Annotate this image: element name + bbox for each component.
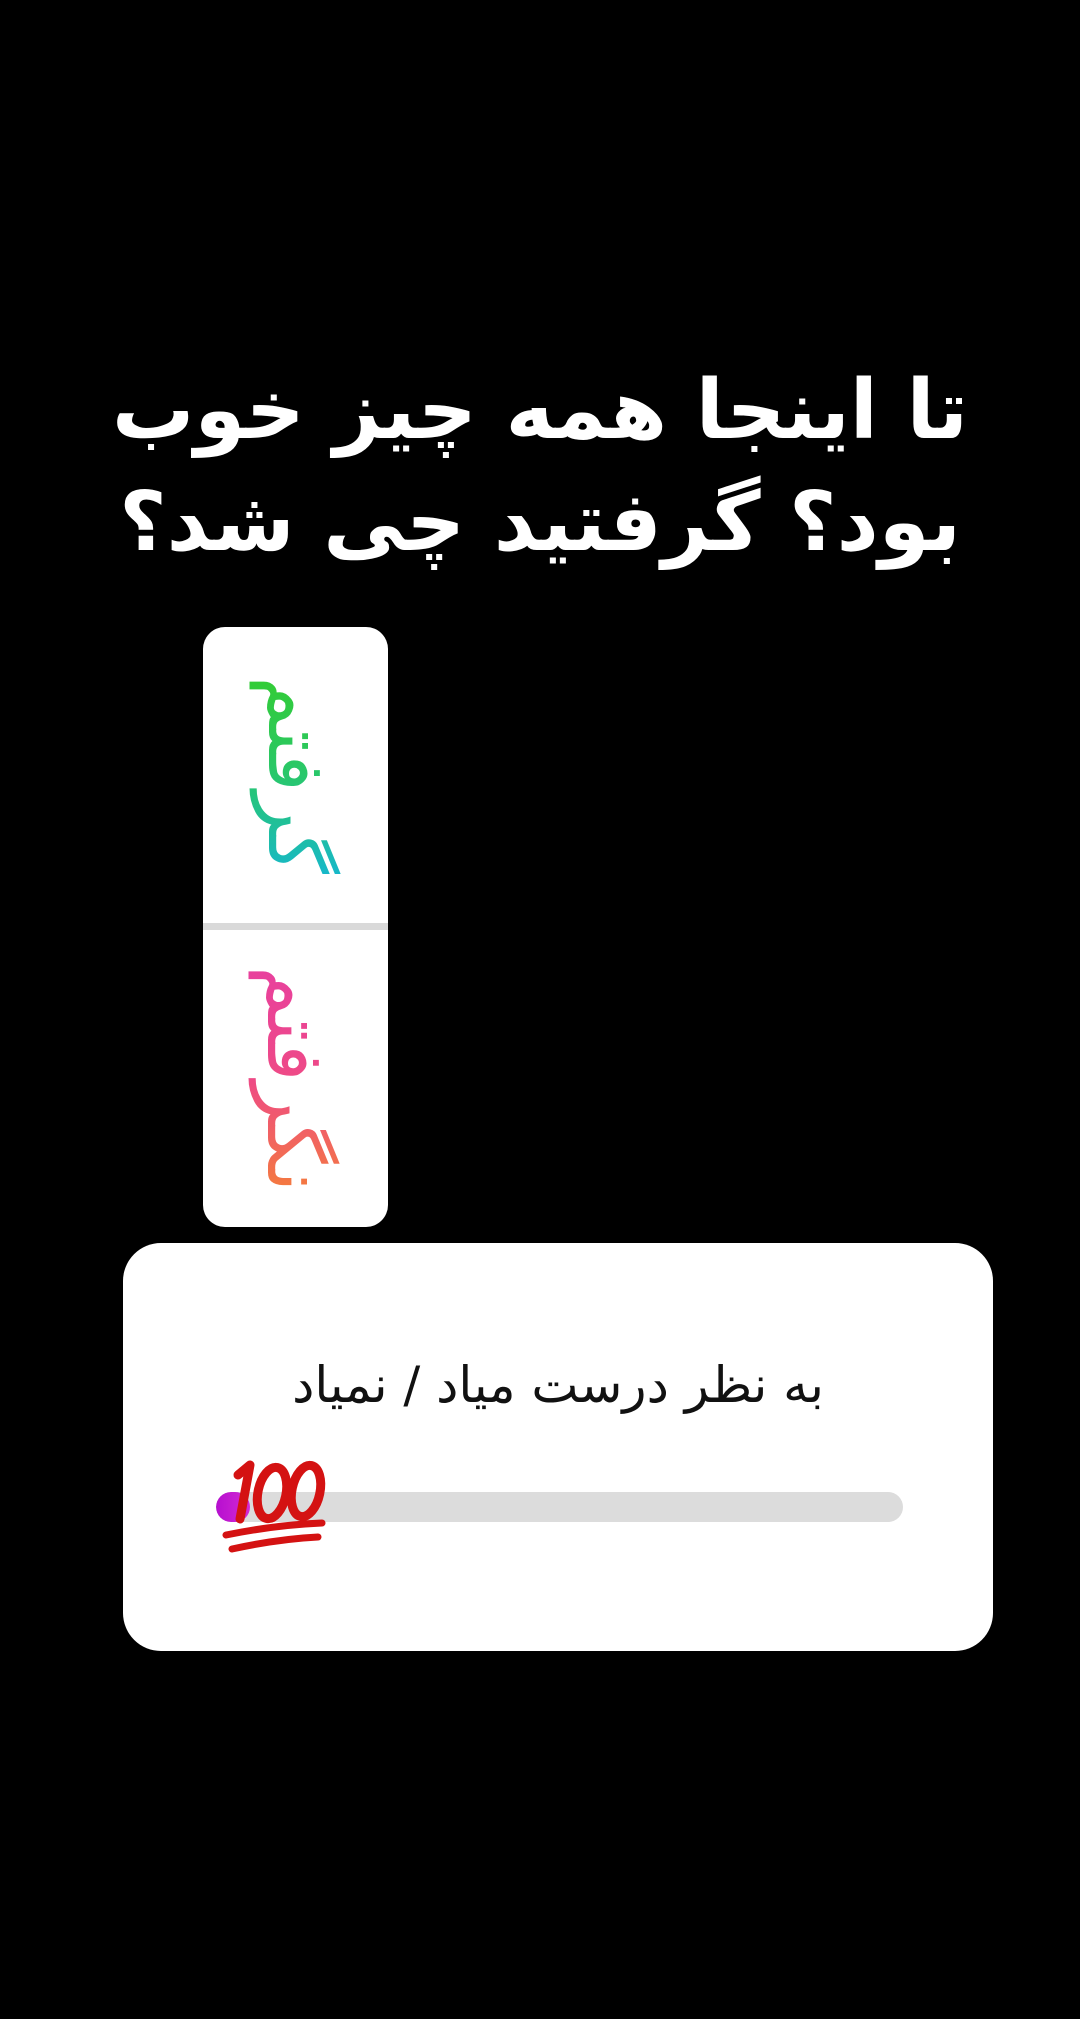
story-title: تا اینجا همه چیز خوب بود؟ گرفتید چی شد؟ bbox=[111, 363, 969, 570]
hundred-points-emoji-icon[interactable] bbox=[210, 1453, 340, 1563]
poll-sticker: گرفتم نگرفتم bbox=[203, 627, 388, 1227]
poll-divider bbox=[203, 923, 388, 930]
poll-option-didnt-get-it[interactable]: نگرفتم bbox=[203, 931, 388, 1227]
emoji-slider-sticker: به نظر درست میاد / نمیاد bbox=[123, 1243, 993, 1651]
poll-option-got-it[interactable]: گرفتم bbox=[203, 627, 388, 923]
poll-option-label: نگرفتم bbox=[249, 965, 343, 1193]
slider-question: به نظر درست میاد / نمیاد bbox=[292, 1356, 824, 1414]
poll-option-label: گرفتم bbox=[249, 676, 343, 874]
